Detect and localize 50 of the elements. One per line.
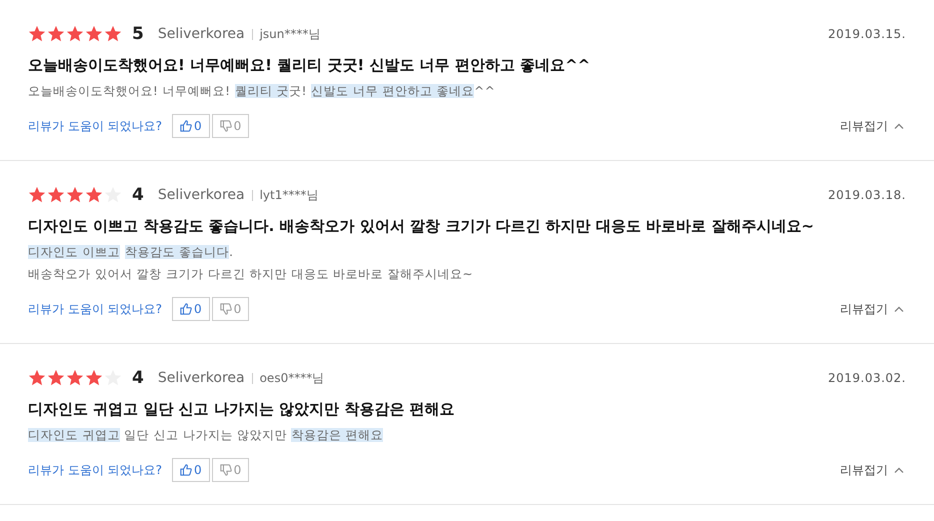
seller-name: Seliverkorea bbox=[158, 370, 245, 386]
review-title: 디자인도 귀엽고 일단 신고 나가지는 않았지만 착용감은 편해요 bbox=[28, 399, 456, 420]
review-text: 오늘배송이도착했어요! 너무예뻐요! 퀄리티 굿굿! 신발도 너무 편안하고 좋네요^^ bbox=[28, 83, 496, 100]
rating-score: 5 bbox=[132, 24, 144, 44]
thumbs-down-icon bbox=[220, 464, 232, 476]
like-button[interactable]: 0 bbox=[172, 114, 210, 138]
thumbs-up-icon bbox=[180, 464, 192, 476]
review-title: 디자인도 이쁘고 착용감도 좋습니다. 배송착오가 있어서 깔창 크기가 다르긴 하지만 대응도 바로바로 잘해주시네요~ bbox=[28, 216, 815, 237]
seller-name: Seliverkorea bbox=[158, 26, 245, 42]
chevron-up-icon bbox=[894, 306, 904, 312]
user-id: oes0****님 bbox=[260, 370, 324, 386]
star-icon bbox=[85, 25, 103, 43]
rating-score: 4 bbox=[132, 368, 144, 388]
star-icon bbox=[85, 369, 103, 387]
star-icon bbox=[66, 25, 84, 43]
thumbs-down-icon bbox=[220, 120, 232, 132]
star-icon bbox=[28, 369, 46, 387]
like-button[interactable]: 0 bbox=[172, 297, 210, 321]
dislike-button[interactable]: 0 bbox=[212, 458, 250, 482]
like-button[interactable]: 0 bbox=[172, 458, 210, 482]
thumbs-down-icon bbox=[220, 303, 232, 315]
helpful-prompt: 리뷰가 도움이 되었나요? bbox=[28, 462, 162, 478]
review-text: 디자인도 이쁘고 착용감도 좋습니다. bbox=[28, 244, 234, 261]
review-date: 2019.03.18. bbox=[828, 188, 906, 202]
rating-score: 4 bbox=[132, 185, 144, 205]
review-text: 디자인도 귀엽고 일단 신고 나가지는 않았지만 착용감은 편해요 bbox=[28, 427, 384, 444]
review-date: 2019.03.02. bbox=[828, 371, 906, 385]
review-title: 오늘배송이도착했어요! 너무예뻐요! 퀄리티 굿굿! 신발도 너무 편안하고 좋네요^^ bbox=[28, 55, 592, 76]
seller-name: Seliverkorea bbox=[158, 187, 245, 203]
star-icon bbox=[28, 25, 46, 43]
user-id: jsun****님 bbox=[260, 26, 320, 42]
star-icon bbox=[104, 25, 122, 43]
dislike-button[interactable]: 0 bbox=[212, 297, 250, 321]
user-id: lyt1****님 bbox=[260, 186, 318, 204]
star-icon bbox=[47, 186, 65, 204]
star-icon bbox=[66, 186, 84, 204]
review-date: 2019.03.15. bbox=[828, 27, 906, 41]
star-icon bbox=[66, 369, 84, 387]
thumbs-up-icon bbox=[180, 120, 192, 132]
dislike-button[interactable]: 0 bbox=[212, 114, 250, 138]
chevron-up-icon bbox=[894, 123, 904, 129]
review-text: 배송착오가 있어서 깔창 크기가 다르긴 하지만 대응도 바로바로 잘해주시네요~ bbox=[28, 266, 474, 283]
star-icon bbox=[85, 186, 103, 204]
star-icon bbox=[28, 186, 46, 204]
thumbs-up-icon bbox=[180, 303, 192, 315]
helpful-prompt: 리뷰가 도움이 되었나요? bbox=[28, 118, 162, 134]
helpful-prompt: 리뷰가 도움이 되었나요? bbox=[28, 300, 162, 318]
star-icon bbox=[47, 25, 65, 43]
star-icon bbox=[47, 369, 65, 387]
chevron-up-icon bbox=[894, 467, 904, 473]
